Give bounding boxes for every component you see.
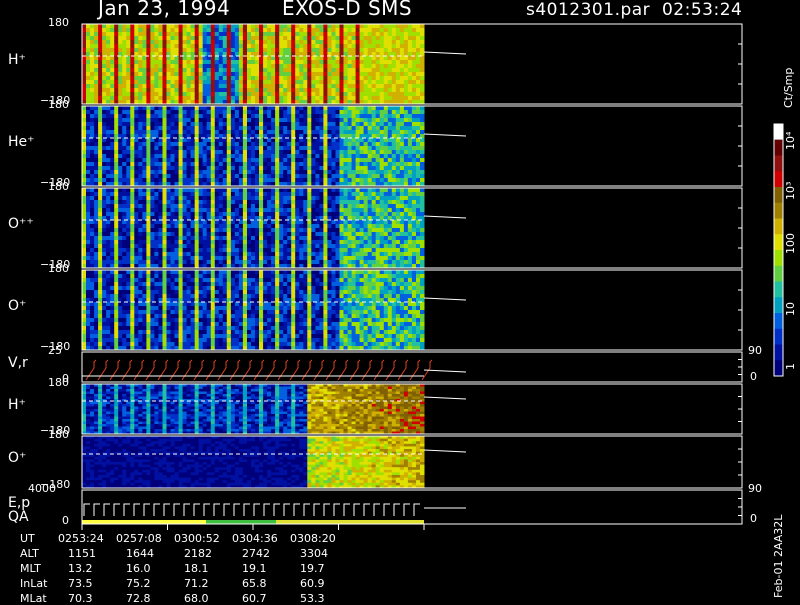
ephem-cell-3-4: 60.9 <box>300 577 325 590</box>
ephem-cell-2-2: 18.1 <box>184 562 209 575</box>
colorbar <box>774 124 783 377</box>
qa-segment-0 <box>82 520 206 524</box>
ephem-cell-4-1: 72.8 <box>126 592 151 605</box>
colorbar-tick-1e3: 10³ <box>784 182 797 200</box>
colorbar-unit-label: Ct/Smp <box>782 68 795 108</box>
ephem-cell-2-1: 16.0 <box>126 562 151 575</box>
panel-label-1: He⁺ <box>8 134 35 150</box>
ephem-cell-1-0: 1151 <box>68 547 96 560</box>
ephem-cell-4-4: 53.3 <box>300 592 325 605</box>
spectrogram-panel-3 <box>82 270 466 351</box>
ephem-cell-0-2: 0300:52 <box>174 532 220 545</box>
colorbar-tick-10: 10 <box>784 302 797 316</box>
y2-bottom-label-4: 0 <box>750 370 757 383</box>
ephem-row-name-4: MLat <box>20 592 47 605</box>
y-top-label-0: 180 <box>48 16 69 29</box>
panel-label-6: O⁺ <box>8 450 26 466</box>
ephem-cell-3-1: 75.2 <box>126 577 151 590</box>
ephem-cell-1-1: 1644 <box>126 547 154 560</box>
y-bottom-label-7: 0 <box>62 514 69 527</box>
panel-label-5: H⁺ <box>8 397 26 413</box>
colorbar-tick-1: 1 <box>784 363 797 370</box>
panel-label2-7: QA <box>8 509 29 525</box>
qa-segment-1 <box>206 520 276 524</box>
y-top-label-5: 180 <box>48 376 69 389</box>
y-top-label-2: 180 <box>48 180 69 193</box>
footer-code: Feb-01 2AA32L <box>772 515 785 598</box>
ephem-cell-3-0: 73.5 <box>68 577 93 590</box>
spectrogram-panel-0 <box>82 24 466 105</box>
panel-frame-7 <box>82 490 742 524</box>
ephem-cell-3-2: 71.2 <box>184 577 209 590</box>
ephem-cell-0-0: 0253:24 <box>58 532 104 545</box>
ephem-cell-3-3: 65.8 <box>242 577 267 590</box>
ephem-row-name-1: ALT <box>20 547 39 560</box>
ep-steps <box>82 504 466 524</box>
panel-label-4: V,r <box>8 355 28 371</box>
y-top-label-6: 180 <box>48 428 69 441</box>
y-top-label-3: 180 <box>48 262 69 275</box>
panel-label-3: O⁺ <box>8 298 26 314</box>
ephem-cell-2-0: 13.2 <box>68 562 93 575</box>
y2-top-label-7: 90 <box>748 482 762 495</box>
ephem-row-name-3: InLat <box>20 577 47 590</box>
qa-segment-2 <box>276 520 424 524</box>
ephem-cell-0-4: 0308:20 <box>290 532 336 545</box>
ephem-cell-2-4: 19.7 <box>300 562 325 575</box>
spectrogram-plot <box>0 0 800 600</box>
spectrogram-panel-1 <box>82 106 466 187</box>
ephem-cell-1-3: 2742 <box>242 547 270 560</box>
ephem-cell-1-2: 2182 <box>184 547 212 560</box>
panel-label-2: O⁺⁺ <box>8 216 34 232</box>
y-top-label-7: 4000 <box>28 482 56 495</box>
vr-sawtooth <box>82 360 466 380</box>
spectrogram-panel-6 <box>82 436 466 489</box>
ephem-cell-4-3: 60.7 <box>242 592 267 605</box>
ephem-cell-0-3: 0304:36 <box>232 532 278 545</box>
colorbar-tick-1e4: 10⁴ <box>784 132 797 150</box>
y2-top-label-4: 90 <box>748 344 762 357</box>
y-top-label-1: 180 <box>48 98 69 111</box>
ephem-cell-1-4: 3304 <box>300 547 328 560</box>
colorbar-tick-100: 100 <box>784 233 797 254</box>
y2-bottom-label-7: 0 <box>750 512 757 525</box>
spectrogram-panel-2 <box>82 188 466 269</box>
ephem-cell-0-1: 0257:08 <box>116 532 162 545</box>
ephem-cell-4-2: 68.0 <box>184 592 209 605</box>
ephem-cell-2-3: 19.1 <box>242 562 267 575</box>
panel-label-0: H⁺ <box>8 52 26 68</box>
spectrogram-panel-5 <box>82 384 466 435</box>
ephem-row-name-0: UT <box>20 532 35 545</box>
ephem-cell-4-0: 70.3 <box>68 592 93 605</box>
y-top-label-4: 25 <box>48 344 62 357</box>
ephem-row-name-2: MLT <box>20 562 41 575</box>
